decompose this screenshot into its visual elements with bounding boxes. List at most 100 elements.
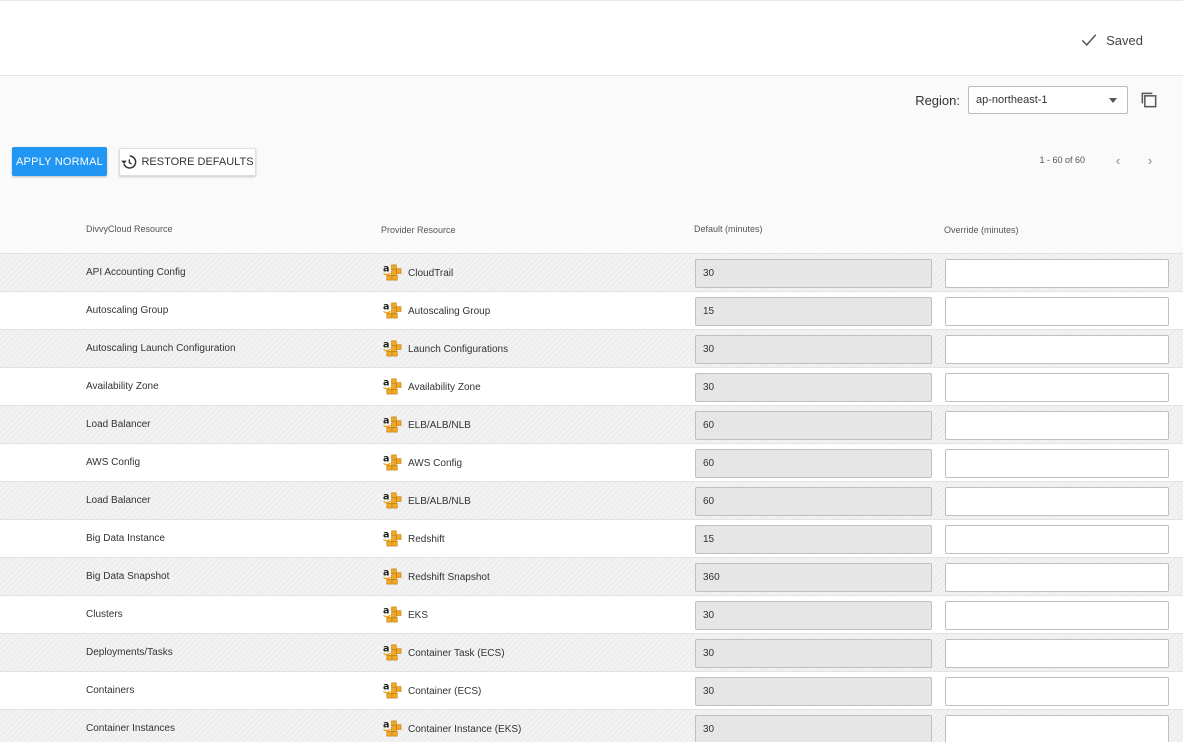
- provider-name: Container Instance (EKS): [408, 723, 522, 735]
- provider-resource: a CloudTrail: [383, 263, 453, 282]
- provider-name: Container (ECS): [408, 685, 482, 697]
- apply-normal-button[interactable]: APPLY NORMAL: [12, 147, 107, 176]
- aws-icon: a: [383, 340, 402, 357]
- table-row: Containers a Container (ECS) 30: [0, 671, 1183, 709]
- provider-resource: a Autoscaling Group: [383, 301, 490, 320]
- resource-name: Clusters: [86, 609, 123, 620]
- aws-icon: a: [383, 454, 402, 471]
- override-minutes-input[interactable]: [945, 373, 1169, 402]
- svg-text:a: a: [383, 682, 389, 693]
- copy-icon[interactable]: [1139, 90, 1159, 110]
- default-minutes-field: 30: [695, 373, 932, 402]
- resource-name: Big Data Instance: [86, 533, 165, 544]
- default-minutes-field: 30: [695, 259, 932, 288]
- aws-icon: a: [383, 568, 402, 585]
- table-row: Autoscaling Launch Configuration a Launch …: [0, 329, 1183, 367]
- override-minutes-input[interactable]: [945, 601, 1169, 630]
- region-label: Region:: [915, 92, 960, 108]
- aws-icon: a: [383, 302, 402, 319]
- override-minutes-input[interactable]: [945, 677, 1169, 706]
- provider-resource: a Container Task (ECS): [383, 643, 505, 662]
- resource-name: Load Balancer: [86, 419, 151, 430]
- provider-name: Autoscaling Group: [408, 305, 491, 317]
- override-minutes-input[interactable]: [945, 563, 1169, 592]
- resource-name: Containers: [86, 685, 135, 696]
- svg-text:a: a: [383, 530, 389, 541]
- provider-name: Container Task (ECS): [408, 647, 505, 659]
- top-bar: Saved: [0, 0, 1183, 76]
- aws-icon: a: [383, 606, 402, 623]
- provider-name: Launch Configurations: [408, 343, 509, 355]
- resource-name: Container Instances: [86, 723, 175, 734]
- provider-resource: a ELB/ALB/NLB: [383, 415, 471, 434]
- table-row: Clusters a EKS 30: [0, 595, 1183, 633]
- provider-name: Redshift Snapshot: [408, 571, 490, 583]
- caret-down-icon: [1109, 97, 1117, 103]
- aws-icon: a: [383, 682, 402, 699]
- resource-name: Big Data Snapshot: [86, 571, 170, 582]
- column-header-resource[interactable]: DivvyCloud Resource: [86, 224, 173, 234]
- table-row: Deployments/Tasks a Container Task (ECS) 30: [0, 633, 1183, 671]
- override-minutes-input[interactable]: [945, 715, 1169, 742]
- default-minutes-field: 60: [695, 449, 932, 478]
- table-row: Load Balancer a ELB/ALB/NLB 60: [0, 481, 1183, 519]
- resource-name: Autoscaling Launch Configuration: [86, 343, 236, 354]
- default-minutes-field: 30: [695, 639, 932, 668]
- default-minutes-field: 30: [695, 677, 932, 706]
- svg-text:a: a: [383, 644, 389, 655]
- svg-text:a: a: [383, 302, 389, 313]
- column-header-provider[interactable]: Provider Resource: [381, 225, 456, 235]
- default-minutes-field: 15: [695, 525, 932, 554]
- override-minutes-input[interactable]: [945, 639, 1169, 668]
- chevron-right-icon[interactable]: ›: [1145, 153, 1155, 168]
- table-row: Load Balancer a ELB/ALB/NLB 60: [0, 405, 1183, 443]
- default-minutes-field: 360: [695, 563, 932, 592]
- svg-text:a: a: [383, 340, 389, 351]
- provider-name: Redshift: [408, 533, 445, 545]
- svg-text:a: a: [383, 416, 389, 427]
- column-header-override[interactable]: Override (minutes): [944, 225, 1019, 235]
- default-minutes-field: 60: [695, 487, 932, 516]
- column-header-default[interactable]: Default (minutes): [694, 224, 763, 234]
- table-row: AWS Config a AWS Config 60: [0, 443, 1183, 481]
- provider-name: ELB/ALB/NLB: [408, 419, 471, 431]
- resource-name: Deployments/Tasks: [86, 647, 173, 658]
- svg-text:a: a: [383, 378, 389, 389]
- region-value: ap-northeast-1: [976, 94, 1048, 106]
- override-minutes-input[interactable]: [945, 525, 1169, 554]
- override-minutes-input[interactable]: [945, 411, 1169, 440]
- table-row: Big Data Instance a Redshift 15: [0, 519, 1183, 557]
- saved-label: Saved: [1106, 32, 1143, 48]
- default-minutes-field: 30: [695, 335, 932, 364]
- saved-status: Saved: [1080, 31, 1143, 49]
- provider-resource: a Redshift Snapshot: [383, 567, 490, 586]
- aws-icon: a: [383, 720, 402, 737]
- chevron-left-icon[interactable]: ‹: [1113, 153, 1123, 168]
- override-minutes-input[interactable]: [945, 259, 1169, 288]
- restore-defaults-button[interactable]: RESTORE DEFAULTS: [119, 148, 256, 176]
- aws-icon: a: [383, 644, 402, 661]
- table-row: Big Data Snapshot a Redshift Snapshot 360: [0, 557, 1183, 595]
- table-row: Autoscaling Group a Autoscaling Group 15: [0, 291, 1183, 329]
- resource-name: Autoscaling Group: [86, 305, 169, 316]
- resource-name: API Accounting Config: [86, 267, 186, 278]
- provider-resource: a Redshift: [383, 529, 445, 548]
- pagination: 1 - 60 of 60 ‹ ›: [1039, 153, 1155, 168]
- override-minutes-input[interactable]: [945, 297, 1169, 326]
- override-minutes-input[interactable]: [945, 487, 1169, 516]
- provider-name: ELB/ALB/NLB: [408, 495, 471, 507]
- provider-resource: a Availability Zone: [383, 377, 481, 396]
- override-minutes-input[interactable]: [945, 449, 1169, 478]
- svg-text:a: a: [383, 720, 389, 731]
- table-header: DivvyCloud Resource Provider Resource De…: [0, 220, 1183, 252]
- table-row: Container Instances a Container Instance (…: [0, 709, 1183, 742]
- history-icon: [121, 155, 137, 169]
- resource-name: Availability Zone: [86, 381, 159, 392]
- svg-text:a: a: [383, 606, 389, 617]
- provider-name: CloudTrail: [408, 267, 454, 279]
- region-dropdown[interactable]: ap-northeast-1: [968, 86, 1128, 114]
- override-minutes-input[interactable]: [945, 335, 1169, 364]
- provider-resource: a Container (ECS): [383, 681, 481, 700]
- provider-resource: a Container Instance (EKS): [383, 719, 521, 738]
- provider-name: EKS: [408, 609, 429, 621]
